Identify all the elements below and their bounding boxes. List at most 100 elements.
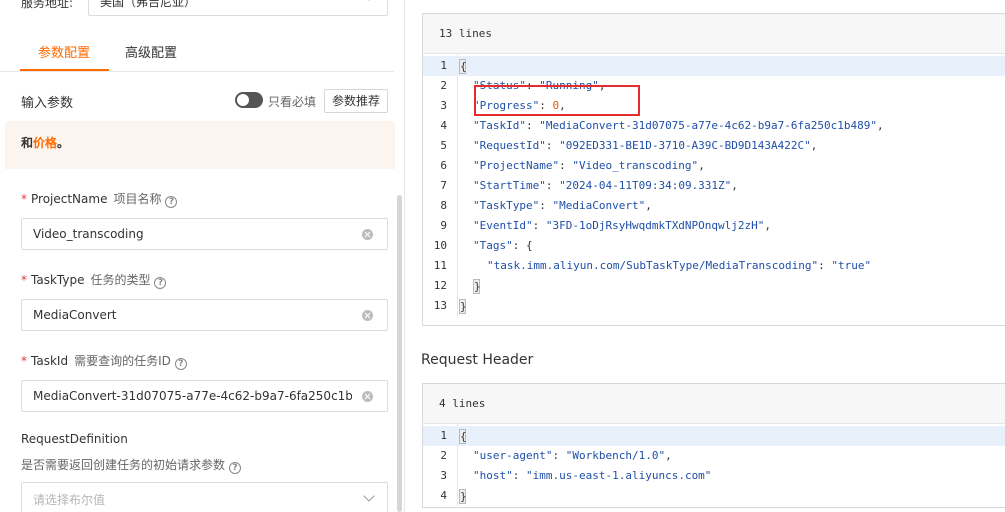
json-colon: : [545,179,560,192]
tab-advanced-config[interactable]: 高级配置 [125,42,177,61]
json-key: "Progress" [473,99,540,112]
clear-icon[interactable] [362,391,373,402]
line-number: 9 [440,219,447,232]
bracket-match: { [459,428,467,444]
required-asterisk: * [21,192,27,206]
json-value: "092ED331-BE1D-3710-A39C-BD9D143A422C" [559,139,811,152]
help-icon[interactable]: ? [229,462,242,474]
chevron-down-icon [363,0,375,1]
project-name-input-wrap [21,218,388,250]
service-region-select[interactable]: 美国（弗吉尼亚） [88,0,388,16]
json-key: "host" [473,469,513,482]
line-number: 10 [433,239,447,252]
code-line: 10 "Tags": { [423,236,1005,256]
json-colon: : [525,119,540,132]
code-line: 5 "RequestId": "092ED331-BE1D-3710-A39C-B… [423,136,1005,156]
project-name-label: * ProjectName 项目名称? [21,190,178,208]
json-value: { [526,239,533,252]
json-comma: , [877,119,884,132]
code-line: 12} [423,276,1005,296]
request-header-code: 1{2 "user-agent": "Workbench/1.0", 3 "host"… [423,424,1005,506]
request-definition-placeholder: 请选择布尔值 [33,493,106,507]
code-text: "Progress": 0, [473,96,566,116]
code-line: 6 "ProjectName": "Video_transcoding", [423,156,1005,176]
code-text: } [459,296,467,316]
task-type-field-name: TaskType [31,273,85,287]
help-icon[interactable]: ? [154,277,167,289]
response-body-card: 13 lines 1{2 "Status": "Running", 3 "Progre… [422,13,1005,326]
required-asterisk: * [21,273,27,287]
json-comma: , [559,99,566,112]
json-comma: , [810,139,818,152]
line-number: 4 [440,119,447,132]
project-name-input[interactable] [22,219,352,249]
json-comma: , [698,159,705,172]
code-text: } [459,486,467,506]
notice-price-link[interactable]: 价格 [33,136,57,150]
required-only-toggle[interactable] [235,92,263,108]
task-type-desc: 任务的类型 [90,273,151,287]
code-line: 1{ [423,426,1005,446]
json-key: "StartTime" [473,179,546,192]
json-value: "MediaConvert" [552,199,646,212]
json-comma: , [645,199,652,212]
code-text: "user-agent": "Workbench/1.0", [473,446,672,466]
json-value: "imm.us-east-1.aliyuncs.com" [526,469,712,482]
request-definition-desc-row: 是否需要返回创建任务的初始请求参数? [21,456,242,474]
json-value: "true" [831,259,872,272]
tab-parameter-config[interactable]: 参数配置 [38,42,90,61]
code-line: 2 "Status": "Running", [423,76,1005,96]
scrollbar-thumb[interactable] [397,195,402,512]
task-id-input[interactable] [22,381,352,411]
line-number: 2 [440,449,447,462]
json-value: "2024-04-11T09:34:09.331Z" [559,179,732,192]
clear-icon[interactable] [362,229,373,240]
notice-text: 和价格。 [21,134,69,151]
code-line: 2 "user-agent": "Workbench/1.0", [423,446,1005,466]
request-definition-select[interactable]: 请选择布尔值 [21,482,388,512]
json-comma: , [665,449,672,462]
code-line: 8 "TaskType": "MediaConvert", [423,196,1005,216]
line-number: 8 [440,199,447,212]
request-definition-label: RequestDefinition [21,432,128,446]
task-id-input-wrap [21,380,388,412]
bracket-match: } [473,278,481,294]
code-line: 7 "StartTime": "2024-04-11T09:34:09.331Z"… [423,176,1005,196]
line-number: 4 [440,489,447,502]
task-type-input[interactable] [22,300,352,330]
bracket-match: } [459,298,467,314]
json-colon: : [818,259,832,272]
json-key: "task.imm.aliyun.com/SubTaskType/MediaTr… [487,259,819,272]
line-number: 2 [440,79,447,92]
service-region-value: 美国（弗吉尼亚） [100,0,197,9]
json-value: "Video_transcoding" [572,159,699,172]
parameter-panel: 服务地址: 美国（弗吉尼亚） 参数配置 高级配置 输入参数 只看必填 参数推荐 … [0,0,405,512]
param-recommend-button[interactable]: 参数推荐 [324,89,388,113]
code-line: 4} [423,486,1005,506]
line-number: 1 [440,59,447,72]
help-icon[interactable]: ? [165,196,178,208]
required-only-label: 只看必填 [268,95,317,109]
notice-box: 和价格。 [5,121,395,169]
json-key: "user-agent" [473,449,553,462]
json-comma: , [598,79,606,92]
json-value: "MediaConvert-31d07075-a77e-4c62-b9a7-6f… [539,119,877,132]
json-colon: : [539,199,553,212]
json-key: "TaskType" [473,199,540,212]
clear-icon[interactable] [362,310,373,321]
code-text: "Tags": { [473,236,533,256]
notice-suffix: 。 [57,136,70,150]
json-key: "Status" [473,79,526,92]
help-icon[interactable]: ? [174,358,187,370]
code-line: 11 "task.imm.aliyun.com/SubTaskType/Media… [423,256,1005,276]
json-value: "Workbench/1.0" [565,449,666,462]
task-type-input-wrap [21,299,388,331]
tabs-divider [0,71,394,72]
toggle-knob [237,94,249,106]
json-key: "EventId" [473,219,533,232]
json-colon: : [539,99,553,112]
notice-prefix: 和 [21,136,34,150]
json-colon: : [532,219,546,232]
json-comma: , [764,219,772,232]
code-text: { [459,426,467,446]
